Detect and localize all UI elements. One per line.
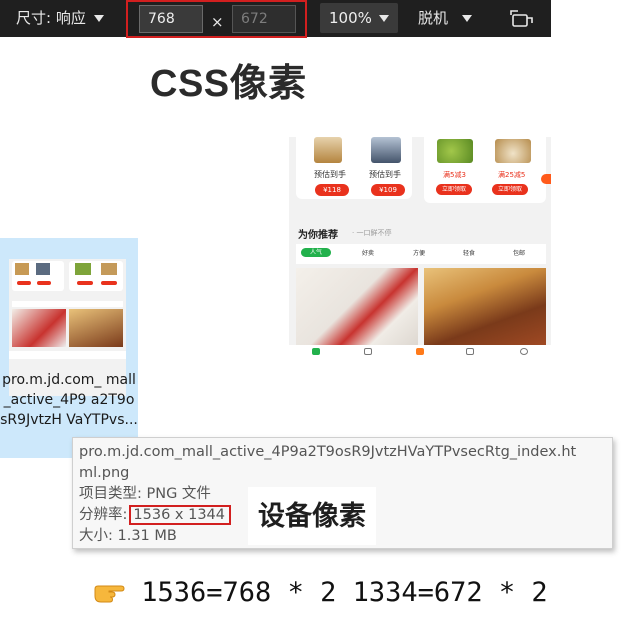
price-button[interactable]: ¥118 [315, 184, 349, 196]
tab-popular[interactable]: 人气 [301, 248, 331, 257]
product-image [314, 137, 342, 163]
promo-icon [416, 348, 424, 355]
tab-free-shipping[interactable]: 包邮 [504, 248, 534, 257]
thumb-feed-image [69, 309, 123, 347]
coupon-product-image [437, 139, 473, 163]
device-mode-label: 尺寸: 响应 [16, 9, 86, 27]
profile-icon [520, 348, 528, 355]
css-pixel-heading: CSS像素 [150, 63, 307, 105]
thumb-image [36, 263, 50, 275]
tooltip-type: 项目类型: PNG 文件 [79, 486, 211, 502]
tooltip-size: 大小: 1.31 MB [79, 528, 177, 544]
thumb-tabs [12, 301, 123, 307]
product-image [371, 137, 401, 163]
thumb-image [101, 263, 117, 275]
thumb-button [101, 281, 117, 285]
tab-convenient[interactable]: 方便 [404, 248, 434, 257]
width-input[interactable]: 768 [139, 5, 203, 33]
tooltip-filename-line2: ml.png [79, 465, 130, 481]
feed-product-image[interactable] [424, 268, 546, 348]
claim-coupon-button[interactable]: 立即领取 [492, 184, 528, 195]
bottom-navigation [289, 345, 551, 367]
mobile-page-preview: 预估到手 预估到手 ¥118 ¥109 满5减3 满25减5 立即领取 立即领取… [289, 137, 551, 367]
coupon-product-image [495, 139, 531, 163]
thumb-image [75, 263, 91, 275]
times-symbol: × [211, 13, 224, 31]
nav-profile[interactable] [515, 348, 533, 364]
product-price-label: 预估到手 [369, 170, 401, 179]
devtools-device-toolbar: 尺寸: 响应 768 × 672 100% 脱机 [0, 0, 551, 38]
file-name-label: pro.m.jd.com_ mall_active_4P9 a2T9osR9Jv… [0, 372, 138, 428]
chevron-down-icon [462, 15, 473, 22]
coupon-label: 满25减5 [498, 171, 526, 179]
coupon-label: 满5减3 [443, 171, 466, 179]
thumb-button [77, 281, 93, 285]
height-input[interactable]: 672 [232, 5, 296, 33]
tooltip-filename-line1: pro.m.jd.com_mall_active_4P9a2T9osR9Jvtz… [79, 444, 577, 460]
cart-icon [466, 348, 474, 355]
nav-home[interactable] [307, 348, 325, 364]
throttle-dropdown[interactable]: 脱机 [418, 0, 473, 37]
tooltip-resolution-value: 1536 x 1344 [129, 505, 231, 525]
tab-good-sale[interactable]: 好卖 [353, 248, 383, 257]
tab-light-food[interactable]: 轻食 [454, 248, 484, 257]
chevron-down-icon [379, 15, 389, 22]
file-icon-tile[interactable]: pro.m.jd.com_ mall_active_4P9 a2T9osR9Jv… [0, 238, 138, 458]
floating-badge[interactable] [541, 174, 551, 184]
nav-category[interactable] [359, 348, 377, 364]
chevron-down-icon [93, 15, 104, 22]
dimension-highlight-box: 768 × 672 [126, 0, 307, 38]
formula-text: 1536=768 * 2 1334=672 * 2 [141, 577, 548, 608]
home-icon [312, 348, 320, 355]
tooltip-resolution-row: 分辨率: 1536 x 1344 [79, 505, 231, 525]
price-button[interactable]: ¥109 [371, 184, 405, 196]
nav-cart[interactable] [461, 348, 479, 364]
thumb-image [15, 263, 29, 275]
rotate-device-icon[interactable] [507, 9, 535, 29]
throttle-label: 脱机 [418, 9, 449, 27]
product-price-label: 预估到手 [314, 170, 346, 179]
pointing-hand-icon [94, 585, 125, 603]
recommend-title: 为你推荐 [298, 230, 338, 241]
claim-coupon-button[interactable]: 立即领取 [436, 184, 472, 195]
thumb-feed-image [12, 309, 66, 347]
tooltip-resolution-label: 分辨率: [79, 507, 128, 523]
zoom-dropdown[interactable]: 100% [320, 3, 398, 33]
grid-icon [364, 348, 372, 355]
thumb-button [17, 281, 31, 285]
nav-promo[interactable] [411, 348, 429, 364]
thumb-nav [9, 351, 126, 359]
recommend-subtitle: · 一口鲜不停 [352, 229, 392, 237]
feed-product-image[interactable] [296, 268, 418, 348]
device-pixel-label: 设备像素 [248, 487, 376, 545]
pixel-ratio-formula: 1536=768 * 2 1334=672 * 2 [93, 573, 548, 613]
thumb-button [37, 281, 51, 285]
zoom-label: 100% [329, 9, 372, 27]
device-mode-dropdown[interactable]: 尺寸: 响应 [16, 0, 104, 37]
